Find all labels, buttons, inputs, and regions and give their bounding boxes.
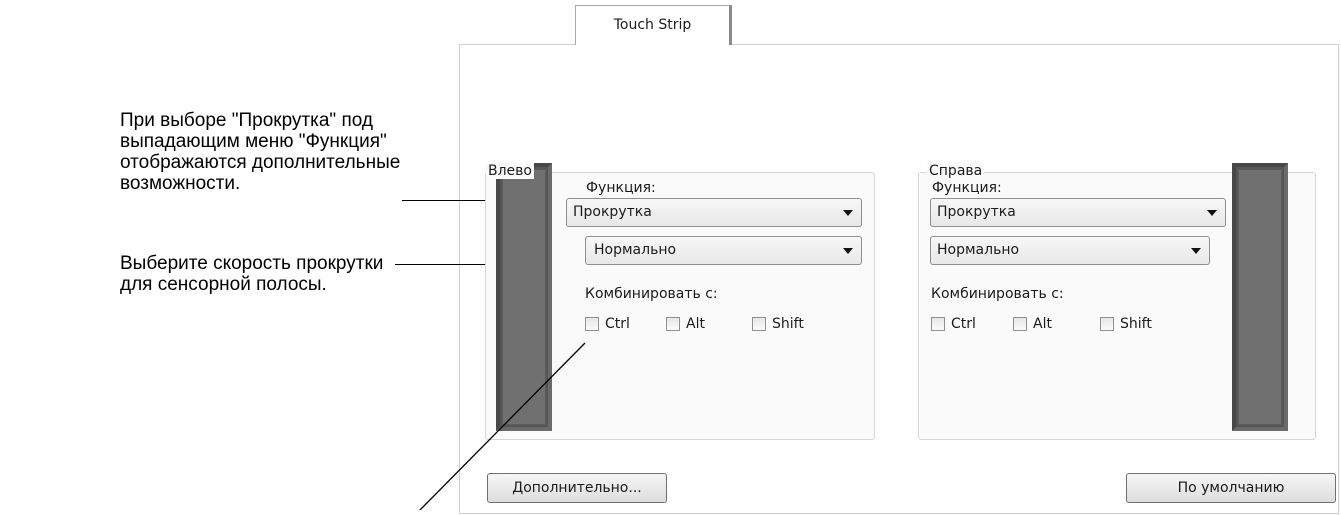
right-ctrl-checkbox[interactable]: Ctrl: [931, 316, 976, 332]
left-function-value: Прокрутка: [573, 204, 652, 220]
touch-strip-icon: [496, 163, 552, 431]
left-function-label: Функция:: [586, 180, 656, 196]
checkbox-box[interactable]: [1013, 317, 1027, 331]
right-shift-label: Shift: [1120, 316, 1152, 332]
right-alt-checkbox[interactable]: Alt: [1013, 316, 1052, 332]
left-shift-label: Shift: [772, 316, 804, 332]
left-alt-label: Alt: [686, 316, 705, 332]
left-speed-value: Нормально: [594, 242, 677, 258]
checkbox-box[interactable]: [666, 317, 680, 331]
chevron-down-icon: [1191, 248, 1201, 254]
right-function-value: Прокрутка: [937, 204, 1016, 220]
right-function-label: Функция:: [932, 180, 1002, 196]
chevron-down-icon: [843, 210, 853, 216]
callout-function-note: При выборе "Прокрутка" под выпадающим ме…: [120, 110, 401, 194]
left-function-dropdown[interactable]: Прокрутка: [566, 198, 862, 227]
right-speed-value: Нормально: [937, 242, 1020, 258]
left-shift-checkbox[interactable]: Shift: [752, 316, 804, 332]
right-function-dropdown[interactable]: Прокрутка: [930, 198, 1226, 227]
checkbox-box[interactable]: [931, 317, 945, 331]
left-group-title: Влево: [486, 163, 534, 179]
left-ctrl-label: Ctrl: [605, 316, 630, 332]
chevron-down-icon: [843, 248, 853, 254]
chevron-down-icon: [1207, 210, 1217, 216]
tab-touch-strip[interactable]: Touch Strip: [575, 5, 732, 45]
left-speed-dropdown[interactable]: Нормально: [585, 236, 862, 265]
right-ctrl-label: Ctrl: [951, 316, 976, 332]
right-speed-dropdown[interactable]: Нормально: [930, 236, 1210, 265]
right-combine-label: Комбинировать с:: [931, 286, 1064, 302]
advanced-button[interactable]: Дополнительно...: [487, 473, 667, 503]
right-group-title: Справа: [927, 163, 985, 179]
checkbox-box[interactable]: [585, 317, 599, 331]
right-shift-checkbox[interactable]: Shift: [1100, 316, 1152, 332]
default-button[interactable]: По умолчанию: [1126, 473, 1336, 503]
left-combine-label: Комбинировать с:: [585, 286, 718, 302]
checkbox-box[interactable]: [1100, 317, 1114, 331]
right-alt-label: Alt: [1033, 316, 1052, 332]
left-alt-checkbox[interactable]: Alt: [666, 316, 705, 332]
callout-speed-note: Выберите скорость прокрутки для сенсорно…: [120, 253, 384, 295]
touch-strip-icon: [1232, 163, 1288, 431]
checkbox-box[interactable]: [752, 317, 766, 331]
left-ctrl-checkbox[interactable]: Ctrl: [585, 316, 630, 332]
